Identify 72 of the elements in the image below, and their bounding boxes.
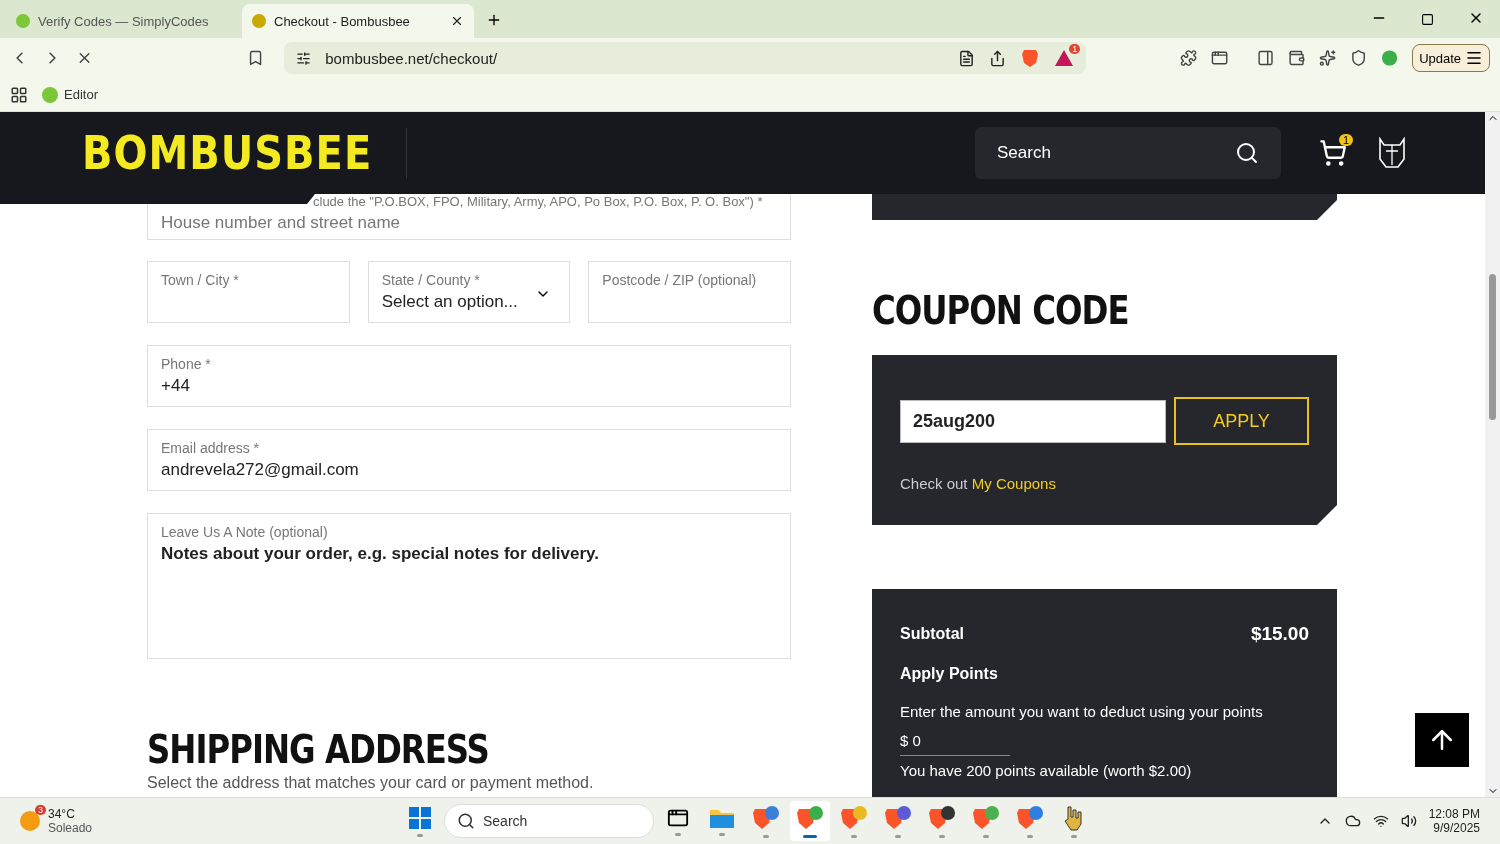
volume-icon[interactable] xyxy=(1400,813,1417,829)
update-button[interactable]: Update xyxy=(1412,44,1491,72)
site-icon xyxy=(42,86,58,103)
coupon-hint: Check out My Coupons xyxy=(900,475,1057,492)
points-prompt: Enter the amount you want to deduct using your points xyxy=(900,703,1264,720)
search-icon[interactable] xyxy=(1235,141,1259,165)
section-heading: SHIPPING ADDRESS xyxy=(147,726,490,773)
alert-badge: 1 xyxy=(1069,44,1081,54)
address-bar[interactable]: bombusbee.net/checkout/ 1 xyxy=(284,42,1087,74)
restore-icon[interactable] xyxy=(1421,13,1434,26)
search-field[interactable]: Search xyxy=(975,127,1281,179)
field-label: Postcode / ZIP (optional) xyxy=(602,272,758,288)
close-icon[interactable] xyxy=(450,14,464,28)
sparkle-icon[interactable] xyxy=(1318,49,1336,67)
new-tab-icon[interactable] xyxy=(486,12,502,28)
subtotal-value: $15.00 xyxy=(1250,623,1309,645)
site-icon xyxy=(252,14,266,28)
window-icon[interactable] xyxy=(1211,49,1229,67)
extensions-icon[interactable] xyxy=(1180,49,1198,67)
profile-icon[interactable] xyxy=(1381,49,1399,67)
site-settings-icon[interactable] xyxy=(296,50,312,66)
apps-icon[interactable] xyxy=(10,85,28,104)
triangle-icon[interactable] xyxy=(1054,49,1075,67)
points-available: You have 200 points available (worth $2.00) xyxy=(900,762,1193,779)
windows-icon[interactable] xyxy=(408,805,432,830)
sidebar-icon[interactable] xyxy=(1256,49,1274,67)
field-label: Email address * xyxy=(161,440,261,456)
site-icon xyxy=(16,14,30,28)
points-heading: Apply Points xyxy=(900,665,999,683)
taskbar-search[interactable]: Search xyxy=(444,804,654,838)
browser-tab[interactable]: Checkout - Bombusbee xyxy=(242,4,474,38)
cart-badge: 1 xyxy=(1338,134,1353,146)
field-label: Leave Us A Note (optional) xyxy=(161,524,329,540)
logo[interactable]: BOMBUSBEE xyxy=(82,127,408,179)
input-field[interactable]: Postcode / ZIP (optional) xyxy=(588,261,791,323)
wifi-icon[interactable] xyxy=(1372,813,1389,829)
cloud-icon[interactable] xyxy=(1344,813,1361,829)
scrollbar[interactable] xyxy=(1485,112,1500,797)
menu-icon xyxy=(1465,49,1484,67)
section-description: Select the address that matches your card or payment method. xyxy=(147,774,595,792)
browser-icon[interactable] xyxy=(928,804,956,831)
coupon-field[interactable]: 25aug200 xyxy=(900,399,1166,443)
robot-head-icon[interactable] xyxy=(1377,137,1407,169)
scroll-thumb[interactable] xyxy=(1489,274,1496,420)
bookmark-item[interactable]: Editor xyxy=(42,86,98,103)
section-heading: COUPON CODE xyxy=(872,287,1130,334)
input-field[interactable]: Town / City * xyxy=(147,261,350,323)
field-label: State / County * xyxy=(381,272,481,288)
back-to-top-button[interactable] xyxy=(1415,713,1469,767)
share-icon[interactable] xyxy=(989,49,1007,67)
weather-condition: Soleado xyxy=(48,821,93,835)
field-label: Town / City * xyxy=(161,272,240,288)
browser-tab[interactable]: Verify Codes — SimplyCodes xyxy=(6,4,238,38)
points-field[interactable]: $ 0 xyxy=(900,732,1010,756)
field-label: Phone * xyxy=(161,356,212,372)
clock[interactable]: 12:08 PM 9/9/2025 xyxy=(1428,807,1480,835)
input-field[interactable]: Email address * andrevela272@gmail.com xyxy=(147,429,791,491)
field-label: clude the "P.O.BOX, FPO, Military, Army, APO, Po Box, P.O. Box, P. O. Box") * xyxy=(313,194,764,209)
reader-icon[interactable] xyxy=(958,49,976,67)
search-icon xyxy=(457,812,475,830)
apply-button[interactable]: APPLY xyxy=(1174,397,1309,445)
shield-icon[interactable] xyxy=(1349,49,1367,67)
subtotal-label: Subtotal xyxy=(900,625,964,643)
weather-icon[interactable] xyxy=(20,811,40,831)
wallet-icon[interactable] xyxy=(1287,49,1305,67)
state-select[interactable]: State / County * Select an option... xyxy=(367,261,571,323)
my-coupons-link[interactable]: My Coupons xyxy=(971,475,1056,492)
browser-icon[interactable] xyxy=(884,804,912,831)
weather-badge: 3 xyxy=(35,805,46,815)
temperature: 34°C xyxy=(48,807,76,821)
input-field[interactable]: Phone * +44 xyxy=(147,345,791,407)
note-field[interactable]: Leave Us A Note (optional) Notes about your order, e.g. special notes for delivery. xyxy=(147,513,791,659)
